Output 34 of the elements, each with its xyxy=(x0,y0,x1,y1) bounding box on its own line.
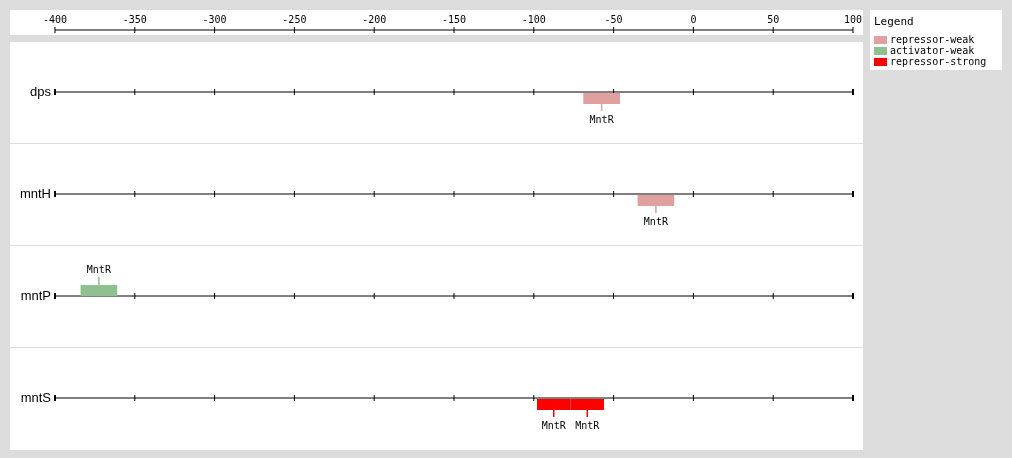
tick-label: -200 xyxy=(362,14,387,25)
leader-line xyxy=(655,205,657,214)
tick-label: -50 xyxy=(604,14,623,25)
site-label: MntR xyxy=(643,216,668,227)
site-label: MntR xyxy=(86,264,111,275)
gene-label: mntH xyxy=(19,186,51,201)
tick-label: -400 xyxy=(42,14,68,25)
binding-site[interactable] xyxy=(570,399,604,410)
tick-label: -300 xyxy=(202,14,227,25)
gene-label: dps xyxy=(30,84,51,99)
tick-label: 50 xyxy=(767,14,780,25)
tick-label: 0 xyxy=(690,14,697,25)
binding-site[interactable] xyxy=(583,93,620,104)
tick-label: -250 xyxy=(282,14,307,25)
legend-label: repressor-strong xyxy=(890,56,987,67)
leader-line xyxy=(586,409,588,418)
tick-label: 100 xyxy=(843,14,863,25)
site-label: MntR xyxy=(541,420,566,431)
site-label: MntR xyxy=(575,420,600,431)
tick-label: -100 xyxy=(521,14,546,25)
legend-label: activator-weak xyxy=(890,45,975,56)
tick-label: -150 xyxy=(441,14,467,25)
leader-line xyxy=(553,409,555,418)
leader-line xyxy=(98,276,100,286)
binding-site[interactable] xyxy=(80,285,118,296)
binding-site[interactable] xyxy=(537,399,571,410)
leader-line xyxy=(600,103,603,112)
tick-label: -350 xyxy=(122,14,147,25)
gene-label: mntS xyxy=(20,390,51,405)
legend-label: repressor-weak xyxy=(890,34,975,45)
binding-site[interactable] xyxy=(637,195,675,206)
gene-label: mntP xyxy=(20,288,51,303)
site-label: MntR xyxy=(589,114,614,125)
legend-title: Legend xyxy=(874,15,914,29)
